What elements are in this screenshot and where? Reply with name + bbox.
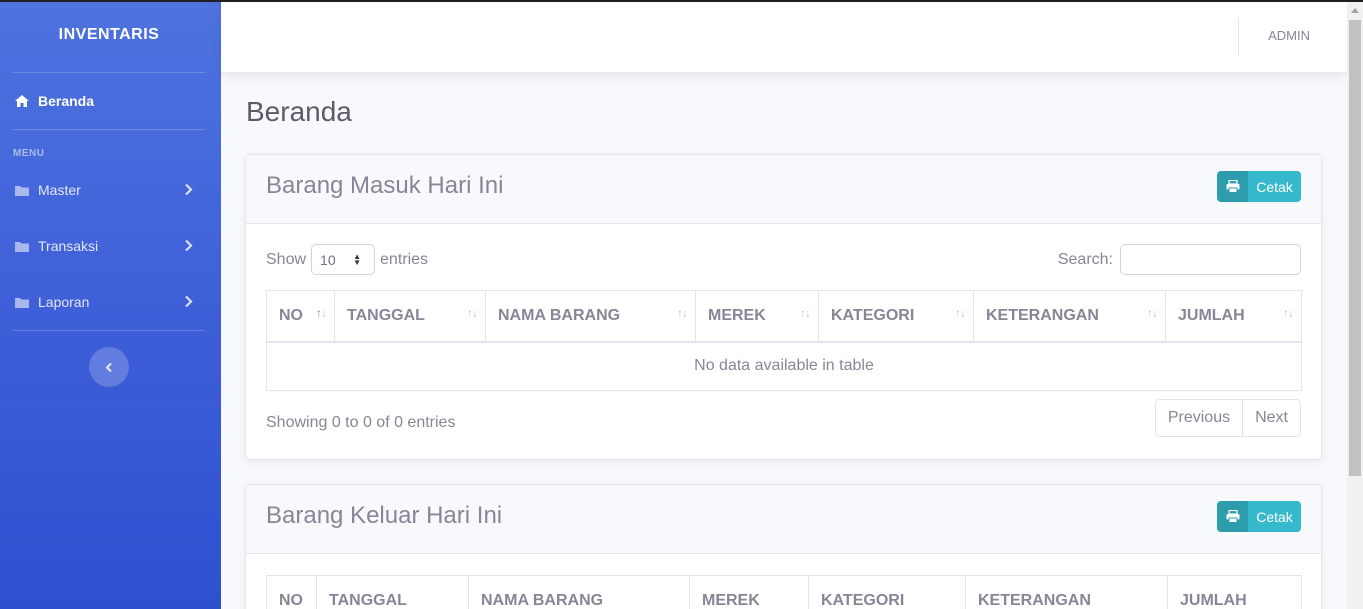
sort-asc-icon: ↑↓: [316, 306, 327, 320]
print-button-label: Cetak: [1256, 178, 1293, 195]
sidebar: INVENTARIS Beranda MENU Master Transaksi…: [0, 2, 221, 609]
data-table: NO ↑↓ TANGGAL ↑↓ NAMA BARANG ↑↓ MEREK ↑↓ KAT…: [266, 290, 1302, 391]
column-header-merek[interactable]: MEREK ↑↓: [695, 290, 819, 343]
column-header-nama-barang[interactable]: NAMA BARANG: [468, 575, 690, 609]
sidebar-divider: [13, 72, 205, 73]
chevron-right-icon: [185, 239, 193, 252]
column-header-kategori[interactable]: KATEGORI: [808, 575, 966, 609]
column-header-merek[interactable]: MEREK: [689, 575, 809, 609]
card-barang-keluar: Barang Keluar Hari Ini Cetak NO TANGGAL …: [245, 484, 1322, 609]
sidebar-divider: [13, 330, 205, 331]
entries-select-value: 10: [320, 251, 336, 268]
user-menu[interactable]: ADMIN: [1268, 28, 1310, 43]
card-title: Barang Keluar Hari Ini: [266, 502, 503, 529]
sidebar-brand[interactable]: INVENTARIS: [0, 26, 218, 44]
sidebar-item-label: Master: [38, 182, 81, 198]
column-header-keterangan[interactable]: KETERANGAN ↑↓: [973, 290, 1166, 343]
card-barang-masuk: Barang Masuk Hari Ini Cetak Show 10 ▲ ▼ e…: [245, 154, 1322, 460]
sidebar-item-label: Laporan: [38, 294, 90, 310]
column-header-no[interactable]: NO: [266, 575, 317, 609]
column-header-tanggal[interactable]: TANGGAL: [316, 575, 469, 609]
print-button[interactable]: Cetak: [1217, 501, 1301, 532]
sidebar-item-laporan[interactable]: Laporan: [0, 282, 221, 322]
sidebar-item-label: Beranda: [38, 93, 95, 109]
entries-select[interactable]: 10 ▲ ▼: [311, 244, 376, 275]
table-search: Search:: [1058, 244, 1301, 275]
pagination: Previous Next: [1154, 399, 1301, 437]
chevron-right-icon: [185, 295, 193, 308]
sort-icon: ↑↓: [955, 306, 966, 320]
column-header-kategori[interactable]: KATEGORI ↑↓: [818, 290, 974, 343]
next-button[interactable]: Next: [1242, 400, 1300, 436]
chevron-left-icon: [105, 362, 112, 372]
card-header: Barang Keluar Hari Ini Cetak: [246, 485, 1321, 554]
scroll-thumb[interactable]: [1349, 20, 1361, 476]
sidebar-divider: [13, 129, 205, 130]
sidebar-toggle-button[interactable]: [89, 347, 129, 387]
sidebar-heading: MENU: [13, 148, 45, 159]
sidebar-item-beranda[interactable]: Beranda: [0, 81, 221, 121]
table-info: Showing 0 to 0 of 0 entries: [266, 414, 456, 431]
card-title: Barang Masuk Hari Ini: [266, 172, 504, 199]
column-header-jumlah[interactable]: JUMLAH ↑↓: [1165, 290, 1302, 343]
sort-icon: ↑↓: [1147, 306, 1158, 320]
page-scrollbar[interactable]: [1347, 2, 1363, 609]
sidebar-item-transaksi[interactable]: Transaksi: [0, 226, 221, 266]
folder-icon: [15, 185, 29, 196]
sort-icon: ↑↓: [677, 306, 688, 320]
entries-label: entries: [380, 250, 429, 268]
sidebar-item-label: Transaksi: [38, 238, 99, 254]
search-label: Search:: [1057, 250, 1113, 268]
table-header-row: NO ↑↓ TANGGAL ↑↓ NAMA BARANG ↑↓ MEREK ↑↓ KAT…: [266, 290, 1302, 343]
empty-table-message: No data available in table: [266, 341, 1302, 391]
entries-length-control: Show 10 ▲ ▼ entries: [266, 244, 428, 275]
card-header: Barang Masuk Hari Ini Cetak: [246, 155, 1321, 224]
column-header-keterangan[interactable]: KETERANGAN: [965, 575, 1168, 609]
sort-icon: ↑↓: [1283, 306, 1294, 320]
previous-button[interactable]: Previous: [1155, 400, 1243, 436]
window-top-edge: [0, 0, 1363, 2]
topbar-divider: [1238, 18, 1239, 56]
folder-icon: [15, 241, 29, 252]
column-header-jumlah[interactable]: JUMLAH: [1167, 575, 1302, 609]
print-button[interactable]: Cetak: [1217, 171, 1301, 202]
column-header-tanggal[interactable]: TANGGAL ↑↓: [334, 290, 486, 343]
home-icon: [15, 95, 29, 107]
sidebar-item-master[interactable]: Master: [0, 170, 221, 210]
sort-icon: ↑↓: [467, 306, 478, 320]
print-icon: [1217, 171, 1248, 202]
search-input[interactable]: [1120, 244, 1301, 275]
sort-icon: ↑↓: [800, 306, 811, 320]
page-title: Beranda: [246, 96, 352, 127]
print-button-label: Cetak: [1256, 508, 1293, 525]
show-label: Show: [266, 250, 307, 268]
scroll-up-arrow[interactable]: [1351, 8, 1359, 13]
print-icon: [1217, 501, 1248, 532]
column-header-nama-barang[interactable]: NAMA BARANG ↑↓: [485, 290, 696, 343]
topbar: ADMIN: [221, 2, 1347, 72]
table-header-row: NO TANGGAL NAMA BARANG MEREK KATEGORI KE…: [266, 575, 1302, 609]
select-arrows-icon: ▲ ▼: [353, 252, 362, 267]
table-row: No data available in table: [266, 341, 1302, 391]
chevron-right-icon: [185, 183, 193, 196]
column-header-no[interactable]: NO ↑↓: [266, 290, 335, 343]
data-table: NO TANGGAL NAMA BARANG MEREK KATEGORI KE…: [266, 575, 1302, 609]
folder-icon: [15, 297, 29, 308]
